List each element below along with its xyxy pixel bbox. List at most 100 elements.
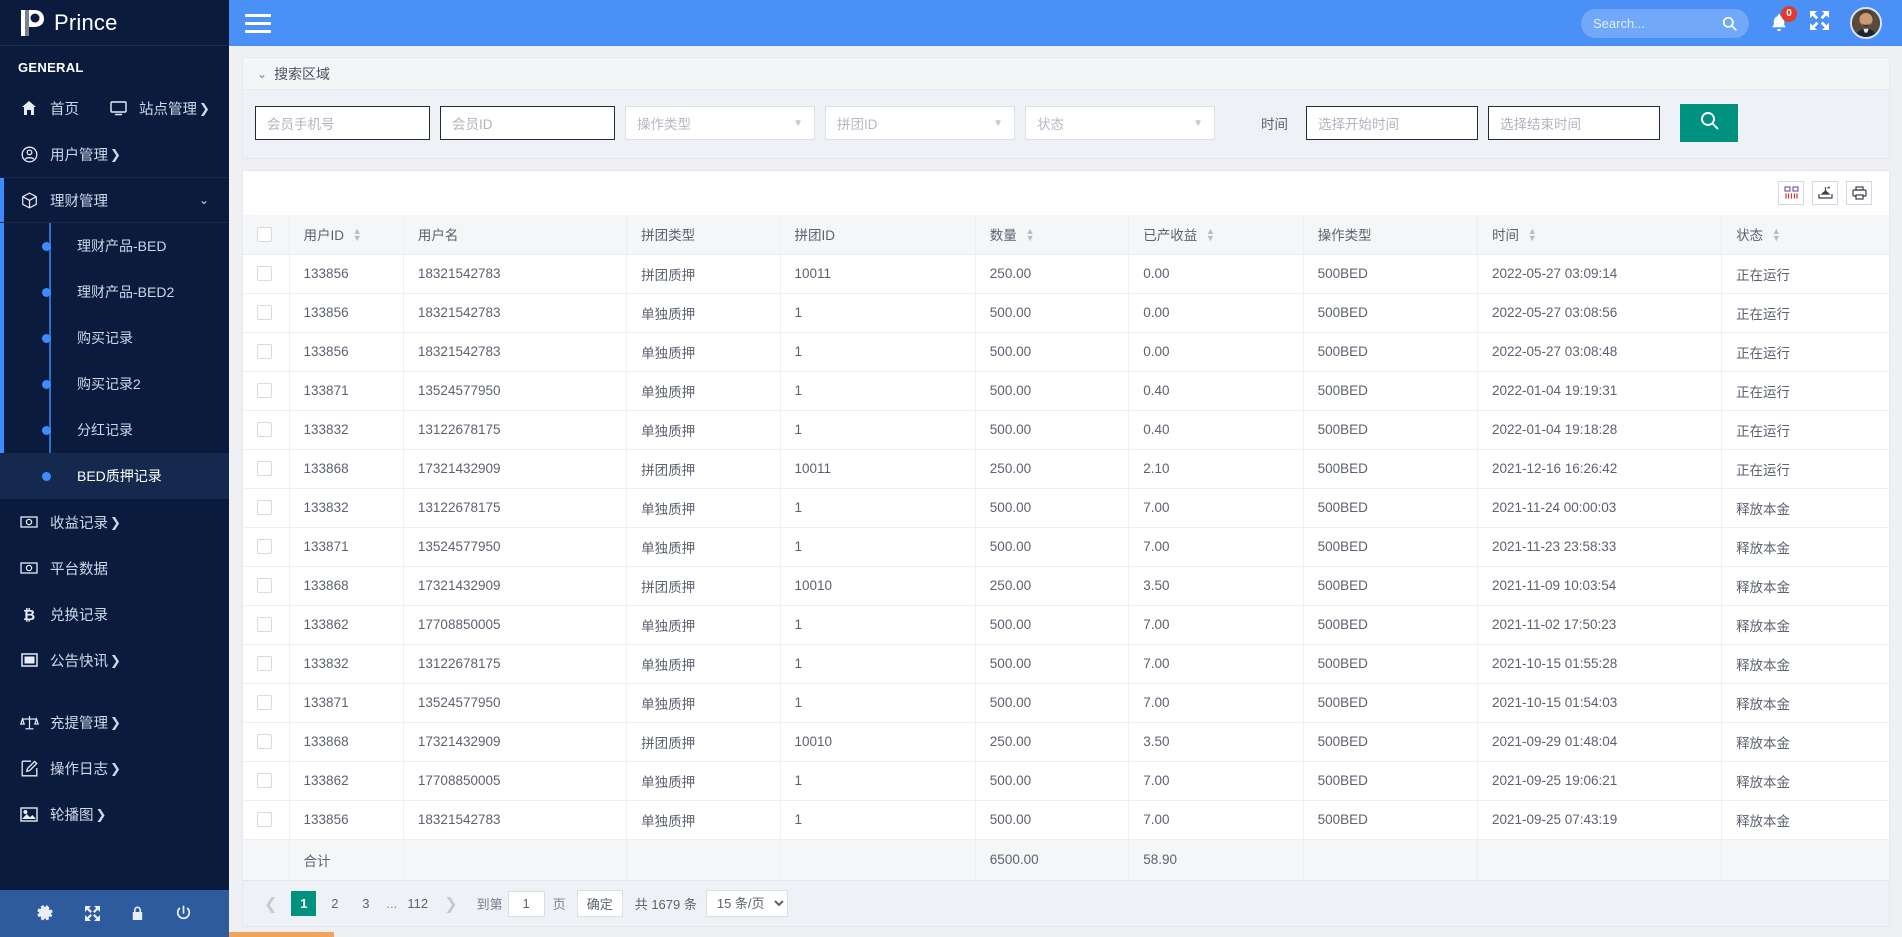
sidebar-subitem-product-bed[interactable]: 理财产品-BED [0, 223, 229, 269]
export-icon[interactable] [1812, 181, 1838, 205]
sidebar-item-site[interactable]: 站点管理 ❯ [107, 98, 210, 119]
sidebar-item-carousel[interactable]: 轮播图 ❯ [0, 791, 229, 837]
sidebar-item-home[interactable]: 首页 [18, 98, 79, 119]
end-time-input[interactable]: 选择结束时间 [1488, 106, 1660, 140]
col-state[interactable]: 状态 ▲ ▼ [1721, 215, 1889, 255]
sort-icon[interactable]: ▲ ▼ [1528, 227, 1537, 243]
col-time[interactable]: 时间 ▲ ▼ [1477, 215, 1723, 255]
sidebar-item-earnings[interactable]: 收益记录 ❯ [0, 499, 229, 545]
table-row[interactable]: 133856 18321542783 单独质押 1 500.00 0.00 500BED 20… [243, 293, 1889, 333]
sort-icon[interactable]: ▲ ▼ [353, 227, 362, 243]
sidebar-subitem-bed-pledge-record[interactable]: BED质押记录 [0, 453, 229, 499]
row-checkbox[interactable] [257, 305, 272, 321]
print-icon[interactable] [1846, 181, 1872, 205]
table-row[interactable]: 133856 18321542783 单独质押 1 500.00 0.00 500BED 20… [243, 332, 1889, 372]
sidebar-item-deposit-withdraw-label: 充提管理 [50, 715, 108, 732]
fullscreen-icon[interactable] [84, 905, 101, 922]
goto-page-input[interactable] [507, 890, 545, 917]
select-all-checkbox[interactable] [257, 227, 272, 243]
table-row[interactable]: 133868 17321432909 拼团质押 10011 250.00 2.10 500B… [243, 449, 1889, 489]
cell-group-type: 拼团质押 [626, 254, 781, 294]
row-checkbox[interactable] [257, 578, 272, 594]
sidebar-item-operation-log[interactable]: 操作日志 ❯ [0, 745, 229, 791]
sidebar-subitem-product-bed2[interactable]: 理财产品-BED2 [0, 269, 229, 315]
sidebar-subitem-purchase-record[interactable]: 购买记录 [0, 315, 229, 361]
col-state-label: 状态 [1736, 228, 1764, 244]
page-3-button[interactable]: 3 [353, 891, 378, 916]
table-row[interactable]: 133832 13122678175 单独质押 1 500.00 7.00 500BED 20… [243, 644, 1889, 684]
table-row[interactable]: 133871 13524577950 单独质押 1 500.00 7.00 500BED 20… [243, 527, 1889, 567]
next-page-button[interactable]: ❯ [433, 894, 468, 914]
table-row[interactable]: 133868 17321432909 拼团质押 10010 250.00 3.50 500B… [243, 722, 1889, 762]
start-time-input[interactable]: 选择开始时间 [1306, 106, 1478, 140]
confirm-page-button[interactable]: 确定 [576, 890, 623, 917]
sidebar-item-exchange-record[interactable]: ₿ 兑换记录 [0, 591, 229, 637]
sidebar-item-finance[interactable]: 理财管理 ⌄ [0, 177, 229, 223]
page-size-select[interactable]: 15 条/页 [705, 890, 788, 917]
sidebar-subitem-purchase-record2-label: 购买记录2 [77, 376, 141, 392]
col-quantity[interactable]: 数量 ▲ ▼ [975, 215, 1130, 255]
cell-group-id: 10010 [780, 566, 976, 606]
col-yield[interactable]: 已产收益 ▲ ▼ [1128, 215, 1304, 255]
group-id-select[interactable]: 拼团ID ▼ [825, 106, 1015, 140]
sidebar-subitem-purchase-record2[interactable]: 购买记录2 [0, 361, 229, 407]
table-row[interactable]: 133871 13524577950 单独质押 1 500.00 7.00 500BED 20… [243, 683, 1889, 723]
row-checkbox[interactable] [257, 734, 272, 750]
row-checkbox[interactable] [257, 773, 272, 789]
row-checkbox[interactable] [257, 383, 272, 399]
sort-icon[interactable]: ▲ ▼ [1206, 227, 1215, 243]
magnifier-icon[interactable] [1722, 16, 1737, 31]
gear-icon[interactable] [37, 905, 54, 922]
bullet-icon [42, 379, 51, 389]
page-1-button[interactable]: 1 [291, 891, 317, 916]
row-checkbox[interactable] [257, 266, 272, 282]
table-row[interactable]: 133862 17708850005 单独质押 1 500.00 7.00 500BED 20… [243, 761, 1889, 801]
member-phone-input[interactable]: 会员手机号 [255, 106, 430, 140]
row-checkbox[interactable] [257, 422, 272, 438]
search-button[interactable] [1680, 104, 1738, 142]
expand-icon[interactable] [1809, 10, 1830, 36]
lock-icon[interactable] [130, 905, 145, 922]
power-icon[interactable] [175, 905, 192, 922]
operation-type-select[interactable]: 操作类型 ▼ [625, 106, 815, 140]
brand[interactable]: Prince [0, 0, 229, 46]
row-checkbox[interactable] [257, 461, 272, 477]
cell-group-type: 单独质押 [626, 371, 781, 411]
sidebar-item-deposit-withdraw[interactable]: 充提管理 ❯ [0, 699, 229, 745]
sidebar-item-platform-data[interactable]: 平台数据 [0, 545, 229, 591]
page-2-button[interactable]: 2 [322, 891, 347, 916]
table-row[interactable]: 133868 17321432909 拼团质押 10010 250.00 3.50 500B… [243, 566, 1889, 606]
search-panel-header[interactable]: ⌄ 搜索区域 [243, 58, 1889, 90]
avatar[interactable] [1850, 7, 1882, 39]
row-checkbox[interactable] [257, 617, 272, 633]
prev-page-button[interactable]: ❮ [253, 894, 288, 914]
table-row[interactable]: 133856 18321542783 单独质押 1 500.00 7.00 500BED 20… [243, 800, 1889, 840]
horizontal-scrollbar[interactable] [229, 932, 334, 937]
sidebar-item-announcement[interactable]: 公告快讯 ❯ [0, 637, 229, 683]
sort-icon[interactable]: ▲ ▼ [1772, 227, 1781, 243]
notifications-button[interactable]: 0 [1769, 5, 1797, 34]
global-search[interactable] [1581, 8, 1749, 38]
table-row[interactable]: 133862 17708850005 单独质押 1 500.00 7.00 500BED 20… [243, 605, 1889, 645]
table-row[interactable]: 133832 13122678175 单独质押 1 500.00 0.40 500BED 20… [243, 410, 1889, 450]
table-row[interactable]: 133856 18321542783 拼团质押 10011 250.00 0.00 500B… [243, 254, 1889, 294]
status-select[interactable]: 状态 ▼ [1025, 106, 1215, 140]
row-checkbox[interactable] [257, 500, 272, 516]
sidebar-item-user[interactable]: 用户管理 ❯ [0, 131, 229, 177]
member-id-input[interactable]: 会员ID [440, 106, 615, 140]
row-checkbox[interactable] [257, 656, 272, 672]
hamburger-icon[interactable] [245, 13, 271, 33]
columns-icon[interactable] [1778, 181, 1804, 205]
sidebar-subitem-dividend-record[interactable]: 分红记录 [0, 407, 229, 453]
table-row[interactable]: 133832 13122678175 单独质押 1 500.00 7.00 500BED 20… [243, 488, 1889, 528]
row-checkbox[interactable] [257, 344, 272, 360]
row-checkbox[interactable] [257, 812, 272, 828]
sidebar-section-label: GENERAL [18, 60, 84, 75]
row-checkbox[interactable] [257, 539, 272, 555]
table-row[interactable]: 133871 13524577950 单独质押 1 500.00 0.40 500BED 20… [243, 371, 1889, 411]
col-uid[interactable]: 用户ID ▲ ▼ [289, 215, 404, 255]
sort-icon[interactable]: ▲ ▼ [1026, 227, 1035, 243]
search-input[interactable] [1593, 15, 1713, 31]
row-checkbox[interactable] [257, 695, 272, 711]
page-last-button[interactable]: 112 [405, 891, 430, 916]
